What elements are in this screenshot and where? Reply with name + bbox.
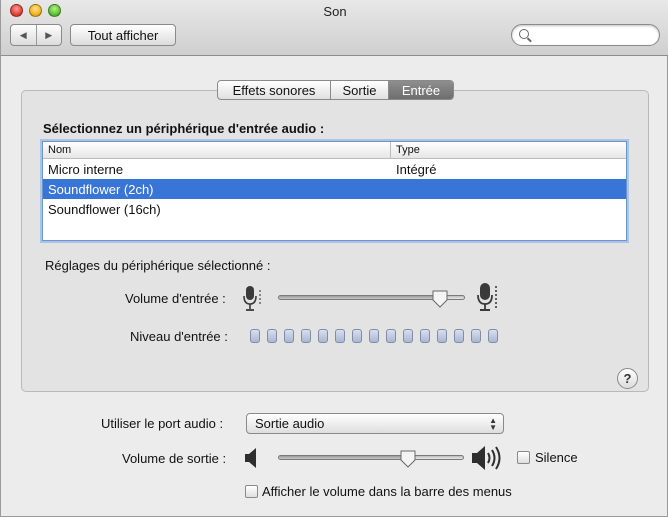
show-all-button[interactable]: Tout afficher <box>70 24 176 46</box>
forward-arrow-icon: ▶ <box>45 29 53 40</box>
input-level-segment <box>284 329 294 343</box>
output-volume-thumb[interactable] <box>400 450 416 468</box>
mute-checkbox[interactable] <box>517 451 530 464</box>
back-button[interactable]: ◀ <box>11 25 36 45</box>
table-row[interactable]: Soundflower (16ch) <box>43 199 626 219</box>
input-level-segment <box>335 329 345 343</box>
back-forward-control: ◀ ▶ <box>10 24 62 46</box>
device-name: Soundflower (16ch) <box>48 201 161 217</box>
input-volume-label: Volume d'entrée : <box>125 291 226 306</box>
input-level-segment <box>301 329 311 343</box>
back-arrow-icon: ◀ <box>19 29 27 40</box>
search-field[interactable] <box>511 24 660 46</box>
input-volume-fill <box>279 296 441 299</box>
device-type: Intégré <box>396 161 437 177</box>
show-volume-menubar-checkbox[interactable] <box>245 485 258 498</box>
input-level-segment <box>488 329 498 343</box>
sound-preferences-window: Son ◀ ▶ Tout afficher Effets sonores Sor… <box>0 0 668 517</box>
device-settings-heading: Réglages du périphérique sélectionné : <box>45 258 271 273</box>
audio-port-value: Sortie audio <box>255 416 325 431</box>
input-level-segment <box>386 329 396 343</box>
tab-input[interactable]: Entrée <box>388 81 453 99</box>
input-level-segment <box>250 329 260 343</box>
tab-bar: Effets sonores Sortie Entrée <box>217 80 454 100</box>
input-level-segment <box>403 329 413 343</box>
table-row[interactable]: Micro interne Intégré <box>43 159 626 179</box>
input-device-table[interactable]: Nom Type Micro interne Intégré Soundflow… <box>42 141 627 241</box>
device-name: Soundflower (2ch) <box>48 181 154 197</box>
table-row-selected[interactable]: Soundflower (2ch) <box>43 179 626 199</box>
input-level-segment <box>420 329 430 343</box>
output-volume-slider[interactable] <box>278 455 464 460</box>
input-level-label: Niveau d'entrée : <box>130 329 228 344</box>
output-volume-fill <box>279 456 410 459</box>
input-level-segment <box>454 329 464 343</box>
speaker-high-icon <box>471 444 503 475</box>
input-level-segment <box>318 329 328 343</box>
help-button[interactable]: ? <box>617 368 638 389</box>
input-level-segment <box>267 329 277 343</box>
forward-button[interactable]: ▶ <box>35 25 62 45</box>
search-icon <box>519 29 529 39</box>
title-bar: Son ◀ ▶ Tout afficher <box>1 0 668 56</box>
column-header-type[interactable]: Type <box>391 142 626 158</box>
table-header: Nom Type <box>43 142 626 159</box>
input-level-segment <box>352 329 362 343</box>
popup-arrows-icon: ▲ ▼ <box>489 416 497 432</box>
input-device-heading: Sélectionnez un périphérique d'entrée au… <box>43 121 325 136</box>
output-volume-label: Volume de sortie : <box>122 451 227 466</box>
show-volume-menubar-label[interactable]: Afficher le volume dans la barre des men… <box>262 484 512 499</box>
tab-output[interactable]: Sortie <box>330 81 388 99</box>
input-level-meter <box>250 329 498 343</box>
microphone-high-icon <box>477 282 501 317</box>
device-name: Micro interne <box>48 161 124 177</box>
speaker-low-icon <box>244 447 260 472</box>
input-volume-thumb[interactable] <box>432 290 448 308</box>
column-header-name[interactable]: Nom <box>43 142 391 158</box>
audio-port-popup[interactable]: Sortie audio ▲ ▼ <box>246 413 504 434</box>
tab-sound-effects[interactable]: Effets sonores <box>218 81 330 99</box>
microphone-low-icon <box>243 285 263 316</box>
input-level-segment <box>369 329 379 343</box>
audio-port-label: Utiliser le port audio : <box>101 416 224 431</box>
mute-label[interactable]: Silence <box>535 450 578 465</box>
window-title: Son <box>323 4 347 19</box>
input-level-segment <box>471 329 481 343</box>
input-level-segment <box>437 329 447 343</box>
